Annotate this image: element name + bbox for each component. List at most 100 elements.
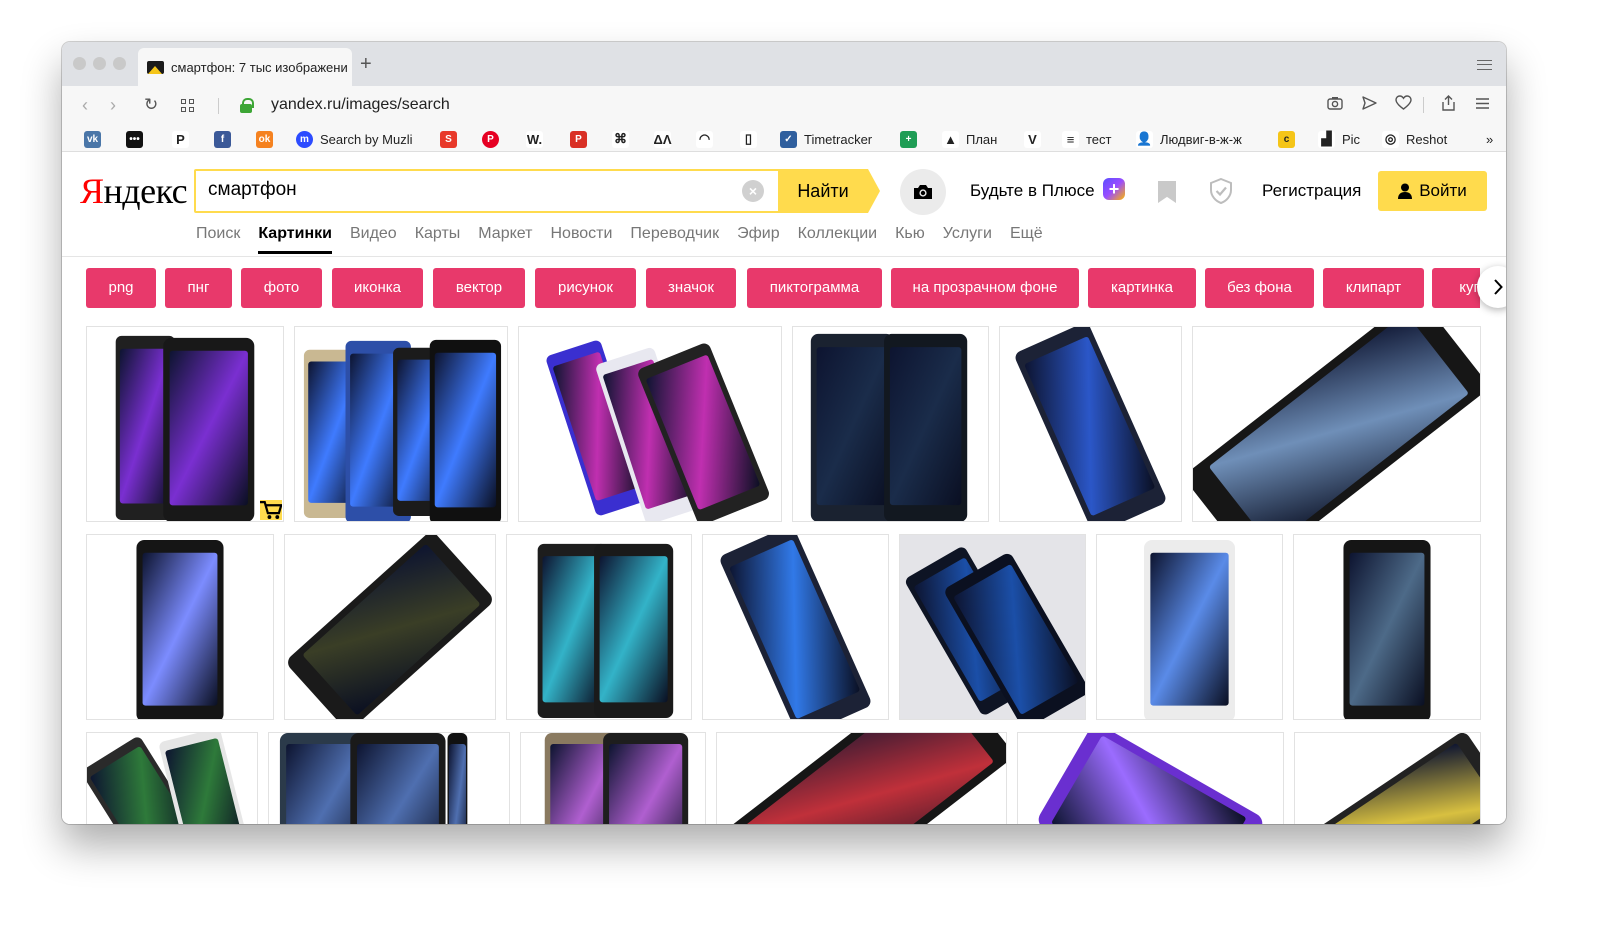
chips-next-button[interactable] — [1477, 266, 1506, 308]
image-result-thumbnail[interactable] — [1294, 732, 1481, 824]
plus-promo-link[interactable]: Будьте в Плюсе — [970, 181, 1095, 201]
collections-bookmark-icon[interactable] — [1158, 181, 1176, 203]
send-icon[interactable] — [1359, 95, 1379, 116]
active-tab[interactable]: смартфон: 7 тыс изображени — [138, 48, 352, 86]
minimize-window-button[interactable] — [93, 57, 106, 70]
bookmark-odnoklassniki[interactable]: ok — [256, 130, 273, 148]
bookmark-delta-lambda[interactable]: ΔΛ — [654, 130, 672, 148]
register-link[interactable]: Регистрация — [1262, 181, 1361, 201]
bookmark-plus-green[interactable]: + — [900, 130, 917, 148]
service-tab[interactable]: Ещё — [1010, 225, 1043, 249]
related-query-chip[interactable]: картинка — [1088, 268, 1196, 308]
related-query-chip[interactable]: фото — [241, 268, 322, 308]
shopping-cart-icon[interactable] — [260, 500, 282, 520]
related-query-chip[interactable]: клипарт — [1323, 268, 1424, 308]
bookmark-facebook[interactable]: f — [214, 130, 231, 148]
image-result-thumbnail[interactable] — [702, 534, 889, 720]
camera-snapshot-icon[interactable] — [1325, 95, 1345, 116]
bookmark-file[interactable]: ▯ — [740, 130, 757, 148]
service-tab[interactable]: Видео — [350, 225, 397, 249]
share-icon[interactable] — [1438, 95, 1458, 116]
image-result-thumbnail[interactable] — [716, 732, 1007, 824]
image-result-thumbnail[interactable] — [268, 732, 510, 824]
service-tab[interactable]: Поиск — [196, 225, 240, 249]
related-query-chip[interactable]: на прозрачном фоне — [891, 268, 1079, 308]
image-result-thumbnail[interactable] — [506, 534, 692, 720]
service-tab[interactable]: Кью — [895, 225, 925, 249]
back-button[interactable]: ‹ — [82, 96, 88, 114]
service-tab[interactable]: Эфир — [737, 225, 780, 249]
zoom-window-button[interactable] — [113, 57, 126, 70]
login-button[interactable]: Войти — [1378, 171, 1487, 211]
bookmark-p-red[interactable]: P — [570, 130, 587, 148]
image-result-thumbnail[interactable] — [86, 534, 274, 720]
plus-icon[interactable]: + — [1103, 178, 1125, 200]
bookmark-v[interactable]: V — [1024, 130, 1041, 148]
service-tab[interactable]: Услуги — [943, 225, 992, 249]
image-result-thumbnail[interactable] — [86, 732, 258, 824]
service-tab[interactable]: Картинки — [258, 225, 332, 254]
related-query-chip[interactable]: вектор — [433, 268, 525, 308]
bookmark-dots[interactable]: ••• — [126, 130, 143, 148]
bookmark-red-square[interactable]: S — [440, 130, 457, 148]
close-window-button[interactable] — [73, 57, 86, 70]
sidebar-menu-icon[interactable] — [1472, 95, 1492, 116]
image-result-thumbnail[interactable] — [899, 534, 1086, 720]
related-query-chip[interactable]: иконка — [332, 268, 423, 308]
bookmark-drive[interactable]: ▲ План — [942, 130, 997, 148]
image-result-thumbnail[interactable] — [1096, 534, 1283, 720]
search-input[interactable] — [208, 179, 708, 201]
related-query-chip[interactable]: купить — [1432, 268, 1480, 308]
image-result-thumbnail[interactable] — [1017, 732, 1284, 824]
bookmark-person[interactable]: 👤 Людвиг-в-ж-ж — [1136, 130, 1242, 148]
service-tab[interactable]: Коллекции — [798, 225, 877, 249]
service-tab[interactable]: Переводчик — [630, 225, 719, 249]
related-query-chip[interactable]: png — [86, 268, 156, 308]
service-tab[interactable]: Карты — [415, 225, 461, 249]
lock-icon[interactable] — [240, 98, 254, 113]
image-result-thumbnail[interactable] — [518, 326, 782, 522]
heart-icon[interactable] — [1393, 95, 1413, 116]
bookmark-test[interactable]: ≡ тест — [1062, 130, 1112, 148]
bookmark-label: тест — [1086, 131, 1112, 147]
service-tab[interactable]: Новости — [550, 225, 612, 249]
service-tab[interactable]: Маркет — [478, 225, 532, 249]
reload-button[interactable]: ↻ — [144, 96, 158, 114]
image-result-thumbnail[interactable] — [284, 534, 496, 720]
bookmark-pic[interactable]: ▟ Pic — [1318, 130, 1360, 148]
bookmark-c-yellow[interactable]: c — [1278, 130, 1295, 148]
related-query-chip[interactable]: пнг — [165, 268, 232, 308]
image-result-thumbnail[interactable] — [1293, 534, 1481, 720]
yandex-logo[interactable]: Яндекс — [80, 171, 188, 211]
related-query-chip[interactable]: значок — [646, 268, 736, 308]
new-tab-button[interactable]: + — [360, 54, 372, 74]
bookmark-muzli[interactable]: m Search by Muzli — [296, 130, 412, 148]
bookmark-command[interactable]: ⌘ — [612, 130, 629, 148]
tabs-menu-icon[interactable] — [1477, 60, 1492, 70]
forward-button[interactable]: › — [110, 96, 116, 114]
bookmark-timetracker[interactable]: ✓ Timetracker — [780, 130, 872, 148]
related-query-chip[interactable]: рисунок — [535, 268, 636, 308]
bookmark-gauge[interactable]: ◠ — [696, 130, 713, 148]
image-result-thumbnail[interactable] — [520, 732, 706, 824]
related-query-chip[interactable]: без фона — [1205, 268, 1314, 308]
bookmark-paypal[interactable]: P — [172, 130, 189, 148]
search-button[interactable]: Найти — [778, 169, 880, 213]
bookmark-reshot[interactable]: ◎ Reshot — [1382, 130, 1447, 148]
image-result-thumbnail[interactable] — [1192, 326, 1481, 522]
image-search-camera-button[interactable] — [900, 169, 946, 215]
related-query-chip[interactable]: пиктограмма — [747, 268, 882, 308]
clear-search-icon[interactable]: × — [742, 180, 764, 202]
image-result-thumbnail[interactable] — [294, 326, 508, 522]
bookmarks-overflow-button[interactable]: » — [1486, 130, 1493, 148]
url-field[interactable]: yandex.ru/images/search — [271, 96, 450, 114]
smartphone-image — [1343, 539, 1431, 719]
bookmark-pinterest[interactable]: P — [482, 130, 499, 148]
image-result-thumbnail[interactable] — [792, 326, 989, 522]
speed-dial-icon[interactable] — [181, 99, 195, 113]
bookmark-vk[interactable]: vk — [84, 130, 101, 148]
image-result-thumbnail[interactable] — [999, 326, 1182, 522]
protection-shield-icon[interactable] — [1210, 177, 1232, 209]
image-result-thumbnail[interactable] — [86, 326, 284, 522]
bookmark-w[interactable]: W. — [526, 130, 543, 148]
